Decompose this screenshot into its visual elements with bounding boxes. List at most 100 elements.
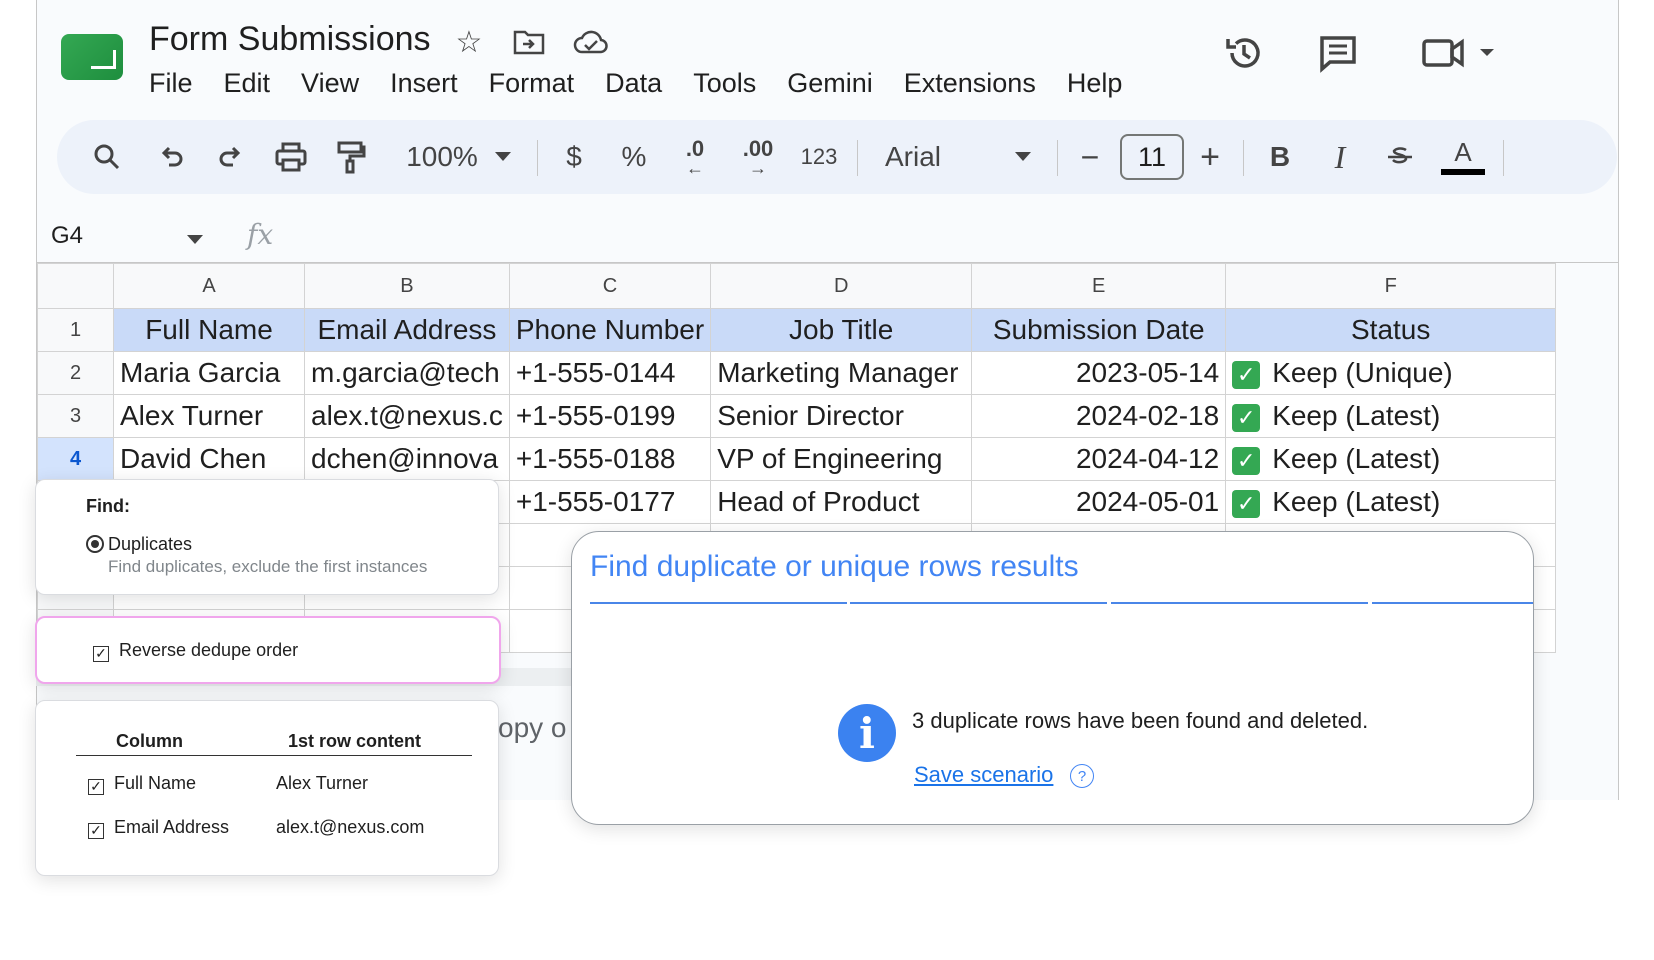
full-name-column-checkbox[interactable]: ✓ Full Name Alex Turner <box>88 773 368 795</box>
reverse-dedupe-label: Reverse dedupe order <box>119 640 299 660</box>
name-box-dropdown-icon[interactable] <box>187 232 203 250</box>
currency-format-button[interactable]: $ <box>557 120 591 194</box>
cell-d2[interactable]: Marketing Manager <box>710 351 973 395</box>
row-header-4[interactable]: 4 <box>37 437 114 481</box>
search-menus-icon[interactable] <box>87 120 127 194</box>
font-select[interactable]: Arial <box>885 120 955 194</box>
reverse-dedupe-checkbox[interactable]: ✓ Reverse dedupe order <box>93 640 298 662</box>
bold-button[interactable]: B <box>1263 120 1297 194</box>
cell-e3[interactable]: 2024-02-18 <box>971 394 1227 438</box>
cell-c5[interactable]: +1-555-0177 <box>508 480 712 524</box>
cell-d5[interactable]: Head of Product <box>710 480 973 524</box>
cell-d4[interactable]: VP of Engineering <box>710 437 973 481</box>
cell-f3[interactable]: ✓ Keep (Latest) <box>1225 394 1557 438</box>
sheets-logo-icon[interactable] <box>61 34 123 80</box>
cell-a3[interactable]: Alex Turner <box>113 394 305 438</box>
move-folder-icon[interactable] <box>511 24 547 60</box>
status-text: Keep (Latest) <box>1272 400 1441 431</box>
decrease-font-size-button[interactable]: − <box>1075 120 1105 194</box>
checkbox-checked-icon: ✓ <box>88 779 104 795</box>
cell-f4[interactable]: ✓ Keep (Latest) <box>1225 437 1557 481</box>
cell-d3[interactable]: Senior Director <box>710 394 973 438</box>
star-icon[interactable]: ☆ <box>451 24 487 60</box>
decrease-decimal-button[interactable]: .0 ← <box>673 120 717 194</box>
cell-b3[interactable]: alex.t@nexus.c <box>304 394 510 438</box>
increase-font-size-button[interactable]: + <box>1195 120 1225 194</box>
menu-gemini[interactable]: Gemini <box>787 68 873 99</box>
font-dropdown-icon[interactable] <box>1011 120 1035 194</box>
column-header-b[interactable]: B <box>304 263 510 309</box>
menu-edit[interactable]: Edit <box>224 68 271 99</box>
menu-help[interactable]: Help <box>1067 68 1123 99</box>
version-history-icon[interactable] <box>1221 30 1267 76</box>
text-color-button[interactable]: A <box>1441 120 1485 194</box>
menu-file[interactable]: File <box>149 68 193 99</box>
checkmark-icon: ✓ <box>1232 403 1261 432</box>
column-header-a[interactable]: A <box>113 263 305 309</box>
cell-c2[interactable]: +1-555-0144 <box>508 351 712 395</box>
select-all-corner[interactable] <box>37 263 114 309</box>
menu-tools[interactable]: Tools <box>693 68 756 99</box>
column-header-f[interactable]: F <box>1225 263 1557 309</box>
checkbox-checked-icon: ✓ <box>93 646 109 662</box>
email-address-column-checkbox[interactable]: ✓ Email Address alex.t@nexus.com <box>88 817 424 839</box>
row-header-2[interactable]: 2 <box>37 351 114 395</box>
cell-c1[interactable]: Phone Number <box>508 308 712 352</box>
row-header-3[interactable]: 3 <box>37 394 114 438</box>
column-header-row: A B C D E F <box>37 263 1557 309</box>
meet-video-icon[interactable] <box>1417 30 1503 76</box>
cell-f2[interactable]: ✓ Keep (Unique) <box>1225 351 1557 395</box>
cell-b4[interactable]: dchen@innova <box>304 437 510 481</box>
arrow-left-icon: ← <box>686 158 704 178</box>
column-header-e[interactable]: E <box>971 263 1227 309</box>
font-size-input[interactable]: 11 <box>1120 134 1184 180</box>
cloud-saved-icon[interactable] <box>573 24 609 60</box>
menu-bar: File Edit View Insert Format Data Tools … <box>149 68 1153 99</box>
cell-d1[interactable]: Job Title <box>710 308 973 352</box>
italic-button[interactable]: I <box>1323 120 1357 194</box>
name-box[interactable]: G4 <box>51 222 83 250</box>
column-name: Email Address <box>114 817 230 837</box>
column-header-c[interactable]: C <box>508 263 712 309</box>
more-formats-button[interactable]: 123 <box>797 120 841 194</box>
formula-bar: G4 fx <box>37 210 1618 263</box>
percent-format-button[interactable]: % <box>617 120 651 194</box>
row-header-1[interactable]: 1 <box>37 308 114 352</box>
cell-e2[interactable]: 2023-05-14 <box>971 351 1227 395</box>
cell-a4[interactable]: David Chen <box>113 437 305 481</box>
increase-decimal-button[interactable]: .00 → <box>733 120 783 194</box>
find-options-panel: Find: Duplicates Find duplicates, exclud… <box>35 479 499 595</box>
cell-b1[interactable]: Email Address <box>304 308 510 352</box>
cell-b2[interactable]: m.garcia@tech <box>304 351 510 395</box>
help-icon[interactable]: ? <box>1070 764 1094 788</box>
print-icon[interactable] <box>271 120 311 194</box>
menu-format[interactable]: Format <box>489 68 575 99</box>
paint-format-icon[interactable] <box>331 120 371 194</box>
cell-f5[interactable]: ✓ Keep (Latest) <box>1225 480 1557 524</box>
cell-a2[interactable]: Maria Garcia <box>113 351 305 395</box>
menu-view[interactable]: View <box>301 68 359 99</box>
menu-data[interactable]: Data <box>605 68 662 99</box>
cell-e5[interactable]: 2024-05-01 <box>971 480 1227 524</box>
menu-insert[interactable]: Insert <box>390 68 458 99</box>
zoom-select[interactable]: 100% <box>397 120 487 194</box>
redo-icon[interactable] <box>211 120 251 194</box>
increase-decimal-label: .00 <box>742 136 774 161</box>
cell-e4[interactable]: 2024-04-12 <box>971 437 1227 481</box>
comments-icon[interactable] <box>1315 30 1361 76</box>
save-scenario-link[interactable]: Save scenario <box>914 762 1053 788</box>
cell-c3[interactable]: +1-555-0199 <box>508 394 712 438</box>
strikethrough-icon[interactable] <box>1383 120 1417 194</box>
cell-c4[interactable]: +1-555-0188 <box>508 437 712 481</box>
menu-extensions[interactable]: Extensions <box>904 68 1036 99</box>
status-text: Keep (Latest) <box>1272 443 1441 474</box>
undo-icon[interactable] <box>151 120 191 194</box>
document-title[interactable]: Form Submissions <box>149 20 431 59</box>
duplicates-radio-label[interactable]: Duplicates <box>108 534 192 555</box>
column-header-d[interactable]: D <box>710 263 973 309</box>
cell-f1[interactable]: Status <box>1225 308 1557 352</box>
cell-e1[interactable]: Submission Date <box>971 308 1227 352</box>
zoom-dropdown-icon[interactable] <box>491 120 515 194</box>
duplicates-radio[interactable] <box>86 535 104 553</box>
cell-a1[interactable]: Full Name <box>113 308 305 352</box>
